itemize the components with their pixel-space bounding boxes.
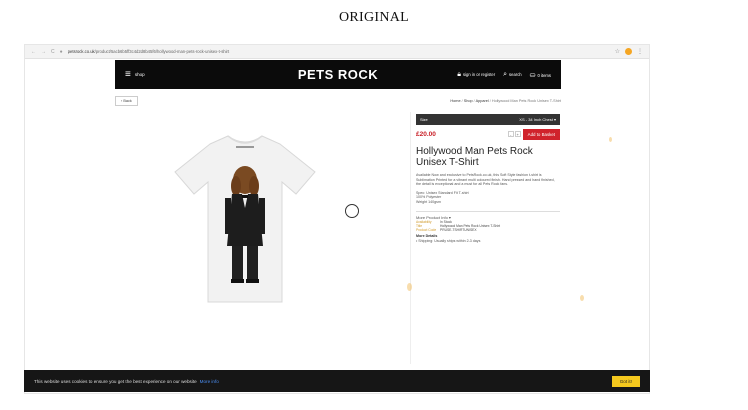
- extension-icon[interactable]: [625, 48, 632, 55]
- browser-window: ← → C ● petsrock.co.uk/product/5acb6b5ff…: [24, 44, 650, 394]
- shop-menu-link[interactable]: shop: [135, 72, 145, 77]
- product-specs: Spec: Unisex Standard Fit T-shirt 100% P…: [416, 191, 560, 205]
- back-arrow-icon[interactable]: ←: [31, 49, 36, 55]
- browser-toolbar: ← → C ● petsrock.co.uk/product/5acb6b5ff…: [25, 45, 649, 59]
- basket-label: 0 items: [537, 72, 552, 78]
- product-price: £20.00: [416, 130, 436, 138]
- detail-row: Product Code PRUSE-TSHIRTUNISEX: [416, 228, 560, 232]
- product-description: Available Now and exclusive to PetsRock.…: [416, 173, 555, 187]
- detail-value: PRUSE-TSHIRTUNISEX: [440, 227, 477, 232]
- product-image-area: [115, 112, 411, 364]
- back-button[interactable]: ‹ Back: [115, 96, 138, 106]
- basket-link[interactable]: ⛀ 0 items: [530, 71, 551, 79]
- breadcrumb-current: Hollywood Man Pets Rock Unisex T-Shirt: [491, 99, 561, 103]
- breadcrumb-apparel[interactable]: Apparel: [476, 99, 489, 103]
- bookmark-star-icon[interactable]: ☆: [615, 48, 620, 55]
- lock-icon: 🔒︎: [457, 70, 461, 78]
- breadcrumb-row: ‹ Back Home / Shop / Apparel / Hollywood…: [115, 96, 561, 106]
- search-link[interactable]: ⌕ search: [503, 71, 522, 79]
- search-icon: ⌕: [503, 70, 508, 78]
- product-details: Availability In Stock Title Hollywood Man …: [416, 220, 560, 233]
- size-selector[interactable]: Size XS - 34 Inch Chest ▾: [416, 114, 560, 125]
- url-host: petsrock.co.uk: [67, 49, 95, 54]
- hamburger-menu-icon[interactable]: ≡: [125, 69, 131, 80]
- paint-splash-decoration: [407, 283, 412, 291]
- site-header: ≡ shop PETS ROCK 🔒︎ sign in or register ⌕…: [115, 60, 561, 89]
- shipping-info: • Shipping: Usually ships within 2-3 day…: [416, 239, 481, 244]
- signin-link[interactable]: 🔒︎ sign in or register: [457, 71, 495, 79]
- secure-lock-icon: ●: [59, 48, 63, 55]
- product-panel: Size XS - 34 Inch Chest ▾ £20.00 - + Add…: [416, 114, 560, 243]
- search-label: search: [509, 71, 522, 77]
- url-path: /product/5acb6b5ff3c4d2d8b45f6/hollywood…: [94, 49, 230, 54]
- size-label: Size: [420, 117, 428, 122]
- more-details-heading: More Details: [416, 234, 438, 239]
- basket-icon: ⛀: [529, 71, 536, 79]
- forward-arrow-icon[interactable]: →: [41, 49, 46, 55]
- price-row: £20.00 - + Add to Basket: [416, 128, 560, 140]
- product-tshirt-image[interactable]: [170, 134, 320, 304]
- address-bar[interactable]: petsrock.co.uk/product/5acb6b5ff3c4d2d8b…: [68, 49, 610, 54]
- add-to-basket-button[interactable]: Add to Basket: [522, 128, 560, 140]
- cookie-accept-button[interactable]: Got it!: [611, 375, 640, 387]
- product-section: Size XS - 34 Inch Chest ▾ £20.00 - + Add…: [115, 112, 561, 364]
- breadcrumb-home[interactable]: Home: [450, 99, 460, 103]
- breadcrumb: Home / Shop / Apparel / Hollywood Man Pe…: [450, 99, 561, 103]
- cookie-banner: This website uses cookies to ensure you …: [24, 370, 650, 392]
- cursor-ring-icon: [345, 204, 359, 218]
- cookie-more-info-link[interactable]: More info: [200, 379, 219, 384]
- detail-key: Product Code: [416, 227, 437, 232]
- more-info-toggle[interactable]: More Product Info ▾: [416, 210, 560, 220]
- cookie-text: This website uses cookies to ensure you …: [34, 378, 197, 384]
- spec-line: Weight 140gsm: [416, 199, 441, 204]
- qty-minus-button[interactable]: -: [507, 131, 514, 137]
- paint-splash-decoration: [580, 295, 584, 301]
- quantity-stepper: - +: [507, 131, 521, 137]
- caption: ORIGINAL: [338, 10, 410, 25]
- paint-splash-decoration: [609, 137, 612, 142]
- product-title: Hollywood Man Pets Rock Unisex T-Shirt: [416, 146, 533, 168]
- breadcrumb-shop[interactable]: Shop: [464, 99, 473, 103]
- qty-plus-button[interactable]: +: [514, 131, 521, 137]
- browser-menu-icon[interactable]: ⋮: [637, 48, 643, 55]
- size-value: XS - 34 Inch Chest ▾: [519, 117, 556, 122]
- signin-label: sign in or register: [463, 71, 496, 77]
- reload-icon[interactable]: C: [51, 49, 55, 55]
